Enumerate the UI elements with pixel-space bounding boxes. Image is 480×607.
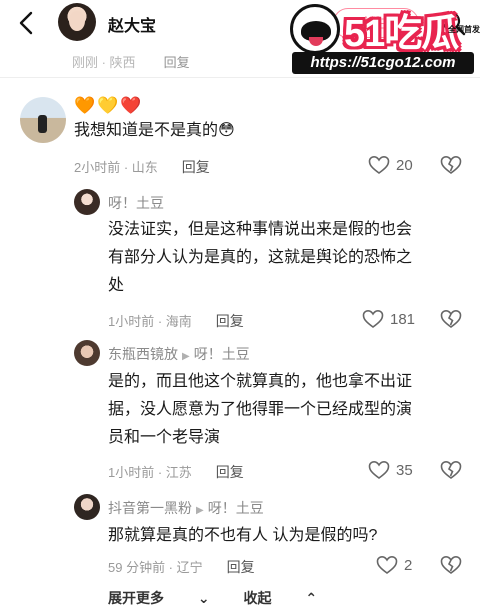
reply-username: 抖音第一黑粉 ▶ 呀！土豆 xyxy=(108,498,264,518)
watermark-tag: 全网首发 xyxy=(448,25,480,34)
heart-outline-icon xyxy=(362,309,384,328)
reply-username: 东瓶西镜放 ▶ 呀！土豆 xyxy=(108,344,250,364)
dislike-icon[interactable] xyxy=(440,155,462,175)
reply-time-location: 59 分钟前 · 辽宁 xyxy=(108,560,203,575)
reply-like-button[interactable]: 35 xyxy=(368,460,413,480)
dislike-icon[interactable] xyxy=(440,555,462,575)
comment-meta: 2小时前 · 山东 回复 xyxy=(74,157,210,177)
dislike-icon[interactable] xyxy=(440,309,462,329)
reply-meta: 1小时前 · 海南 回复 xyxy=(108,311,244,331)
reply-text: 没法证实，但是这种事情说出来是假的也会 有部分人认为是真的，这就是舆论的恐怖之 … xyxy=(108,216,412,300)
reply-to-arrow-icon: ▶ xyxy=(196,505,204,516)
reply-to-arrow-icon: ▶ xyxy=(182,351,190,362)
previous-comment-meta: 刚刚 · 陕西 回复 xyxy=(72,52,190,71)
reply-reply-button[interactable]: 回复 xyxy=(216,313,244,329)
reply-to-user[interactable]: 呀！土豆 xyxy=(194,346,250,362)
heart-outline-icon xyxy=(376,555,398,574)
reply-like-button[interactable]: 2 xyxy=(376,555,412,575)
previous-reply-button[interactable]: 回复 xyxy=(164,55,190,70)
watermark-url: https://51cgo12.com xyxy=(292,52,474,74)
reply-reply-button[interactable]: 回复 xyxy=(216,464,244,480)
reply-text: 是的，而且他这个就算真的，他也拿不出证 据，没人愿意为了他得罪一个已经成型的演 … xyxy=(108,368,412,452)
reply-text-line: 没法证实，但是这种事情说出来是假的也会 xyxy=(108,221,413,238)
expand-more-button[interactable]: 展开更多 ⌄ xyxy=(108,590,210,606)
header-username[interactable]: 赵大宝 xyxy=(108,12,156,36)
reply-to-user[interactable]: 呀！土豆 xyxy=(208,500,264,516)
reply-text-line: 有部分人认为是真的，这就是舆论的恐怖之 xyxy=(108,249,413,266)
comment-like-count: 20 xyxy=(396,156,413,174)
comment-text: 我想知道是不是真的😳 xyxy=(74,122,235,139)
reply-text-line: 处 xyxy=(108,277,125,294)
comment-emoji: 🧡💛❤️ xyxy=(74,96,144,115)
reply-time-location: 1小时前 · 海南 xyxy=(108,314,192,329)
reply-like-count: 2 xyxy=(404,556,413,574)
collapse-button[interactable]: 收起 ⌃ xyxy=(244,590,318,606)
heart-outline-icon xyxy=(368,460,390,479)
watermark-brand: 51吃瓜 xyxy=(344,13,459,55)
expand-more-label: 展开更多 xyxy=(108,590,164,606)
reply-text-line: 据，没人愿意为了他得罪一个已经成型的演 xyxy=(108,401,413,418)
previous-time-location: 刚刚 · 陕西 xyxy=(72,55,136,70)
reply-username[interactable]: 呀！土豆 xyxy=(108,193,164,213)
reply-avatar[interactable] xyxy=(74,340,100,366)
reply-user[interactable]: 抖音第一黑粉 xyxy=(108,500,192,516)
reply-meta: 1小时前 · 江苏 回复 xyxy=(108,462,244,482)
reply-like-button[interactable]: 181 xyxy=(362,309,415,329)
replies-footer: 展开更多 ⌄ 收起 ⌃ xyxy=(108,588,347,607)
dislike-icon[interactable] xyxy=(440,460,462,480)
reply-time-location: 1小时前 · 江苏 xyxy=(108,465,192,480)
collapse-label: 收起 xyxy=(243,590,272,606)
reply-text-line: 是的，而且他这个就算真的，他也拿不出证 xyxy=(108,373,413,390)
comment-reply-button[interactable]: 回复 xyxy=(182,159,210,175)
reply-like-count: 35 xyxy=(396,461,413,479)
reply-avatar[interactable] xyxy=(74,494,100,520)
reply-avatar[interactable] xyxy=(74,189,100,215)
watermark: 51吃瓜 全网首发 https://51cgo12.com xyxy=(286,0,480,78)
reply-user[interactable]: 呀！土豆 xyxy=(108,195,164,211)
comment-like-button[interactable]: 20 xyxy=(368,155,413,175)
back-arrow-icon[interactable] xyxy=(14,9,40,37)
commenter-avatar[interactable] xyxy=(20,97,66,143)
reply-meta: 59 分钟前 · 辽宁 回复 xyxy=(108,557,255,577)
reply-reply-button[interactable]: 回复 xyxy=(227,559,255,575)
comment-time-location: 2小时前 · 山东 xyxy=(74,160,158,175)
header-avatar[interactable] xyxy=(58,3,96,41)
reply-like-count: 181 xyxy=(390,310,416,328)
divider xyxy=(0,77,480,78)
reply-user[interactable]: 东瓶西镜放 xyxy=(108,346,178,362)
heart-outline-icon xyxy=(368,155,390,174)
reply-text-line: 员和一个老导演 xyxy=(108,429,221,446)
reply-text: 那就算是真的不也有人 认为是假的吗? xyxy=(108,522,377,550)
reply-text-line: 那就算是真的不也有人 认为是假的吗? xyxy=(108,527,378,544)
watermark-mascot-icon xyxy=(290,4,340,54)
